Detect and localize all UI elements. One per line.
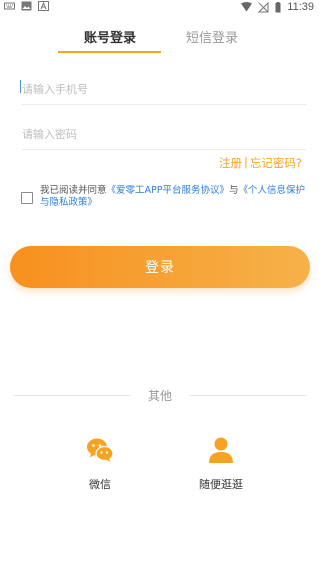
tab-sms-login[interactable]: 短信登录 xyxy=(186,27,238,46)
user-icon xyxy=(209,437,233,463)
tab-account-login[interactable]: 账号登录 xyxy=(84,27,136,46)
active-tab-indicator xyxy=(58,51,161,53)
browse-label: 随便逛逛 xyxy=(199,478,243,491)
phone-input[interactable] xyxy=(22,83,306,96)
forgot-password-link[interactable]: 忘记密码? xyxy=(250,155,302,171)
wifi-icon xyxy=(241,2,253,12)
agreement-checkbox[interactable] xyxy=(21,192,33,204)
password-input[interactable] xyxy=(22,128,306,141)
no-signal-icon xyxy=(258,1,269,12)
register-link[interactable]: 注册 xyxy=(219,155,242,171)
link-separator: | xyxy=(244,155,248,169)
service-agreement-link[interactable]: 《爱零工APP平台服务协议》 xyxy=(107,185,229,196)
password-field xyxy=(22,123,306,150)
phone-field xyxy=(20,78,306,105)
login-button[interactable]: 登录 xyxy=(10,246,310,288)
image-icon xyxy=(21,1,32,11)
account-links: 注册 | 忘记密码? xyxy=(219,155,302,171)
agreement-prefix: 我已阅读并同意 xyxy=(40,185,107,196)
agreement-and: 与 xyxy=(228,185,239,196)
agreement-text: 我已阅读并同意《爱零工APP平台服务协议》与《个人信息保护与隐私政策》 xyxy=(40,185,310,209)
keyboard-icon xyxy=(4,2,15,10)
status-bar: 11:39 xyxy=(0,0,320,14)
wechat-icon xyxy=(87,438,114,462)
battery-icon xyxy=(275,1,281,12)
text-caret xyxy=(20,80,21,93)
other-divider: 其他 xyxy=(14,387,306,403)
font-icon xyxy=(38,1,49,11)
divider-line-right xyxy=(190,395,306,396)
browse-option[interactable]: 随便逛逛 xyxy=(186,436,256,492)
wechat-label: 微信 xyxy=(89,478,111,491)
wechat-login-option[interactable]: 微信 xyxy=(65,436,135,492)
login-tabs: 账号登录 短信登录 xyxy=(0,20,320,54)
status-time: 11:39 xyxy=(287,1,314,13)
